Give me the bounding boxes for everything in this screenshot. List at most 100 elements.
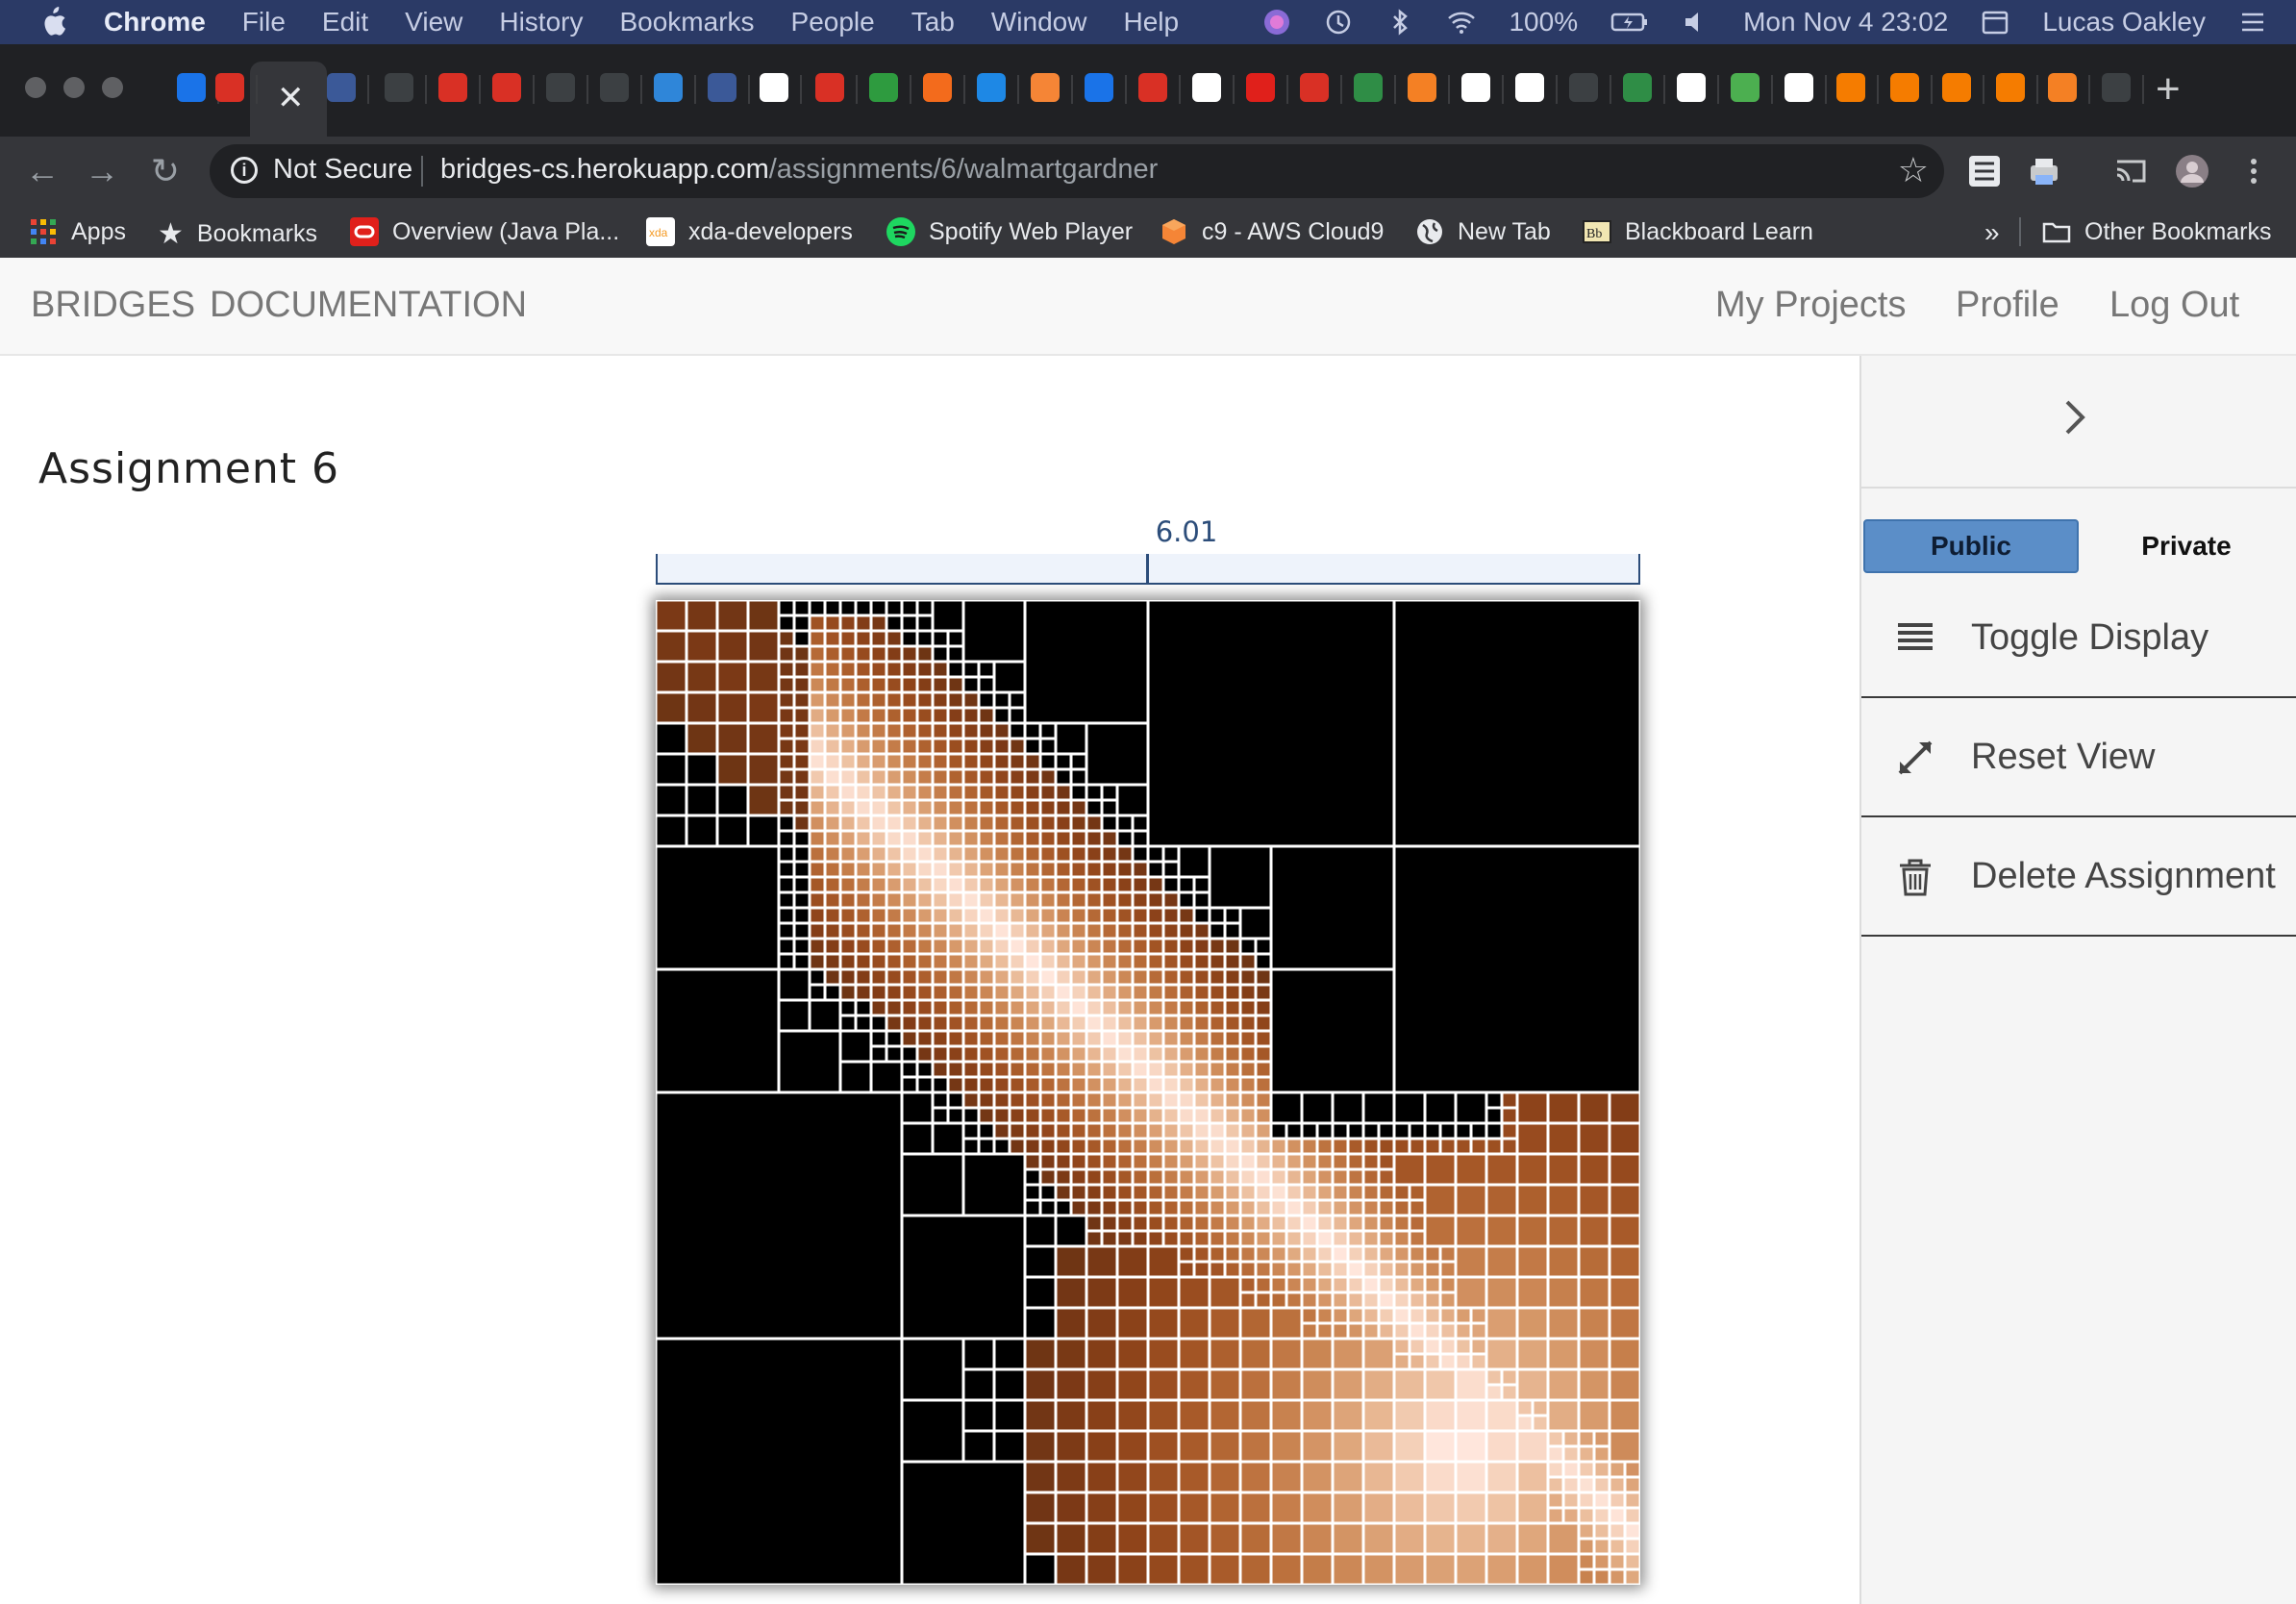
menu-edit[interactable]: Edit	[322, 7, 368, 38]
tab-favicon[interactable]	[492, 73, 521, 102]
not-secure-label[interactable]: Not Secure	[273, 154, 412, 186]
tab-favicon[interactable]	[1942, 73, 1971, 102]
tab-favicon[interactable]	[1461, 73, 1490, 102]
site-info-icon[interactable]: i	[231, 157, 258, 184]
bookmark-star-icon[interactable]: ☆	[1898, 150, 1929, 190]
back-button[interactable]: ←	[21, 150, 63, 192]
toggle-display-button[interactable]: Toggle Display	[1861, 581, 2296, 698]
calendar-menu-icon[interactable]	[1981, 8, 2009, 37]
tab-favicon[interactable]	[215, 73, 244, 102]
visualization-panel[interactable]	[656, 600, 1640, 1585]
menu-window[interactable]: Window	[991, 7, 1087, 38]
zoom-scale-bar[interactable]	[656, 554, 1640, 585]
tab-favicon[interactable]	[1569, 73, 1598, 102]
chevron-right-icon[interactable]	[2056, 398, 2094, 437]
tab-favicon[interactable]	[438, 73, 467, 102]
binary-extension-icon[interactable]	[1967, 154, 2002, 188]
other-bookmarks-folder[interactable]: Other Bookmarks	[2042, 217, 2272, 246]
window-zoom-button[interactable]	[102, 77, 123, 98]
tab-favicon[interactable]	[1996, 73, 2025, 102]
documentation-link[interactable]: DOCUMENTATION	[210, 285, 527, 326]
tab-active[interactable]: ✕	[250, 62, 327, 137]
menu-bookmarks[interactable]: Bookmarks	[619, 7, 754, 38]
menu-view[interactable]: View	[405, 7, 462, 38]
tab-favicon[interactable]	[815, 73, 844, 102]
bookmark-cloud9[interactable]: c9 - AWS Cloud9	[1160, 217, 1384, 246]
tab-favicon[interactable]	[1784, 73, 1813, 102]
menu-file[interactable]: File	[242, 7, 286, 38]
window-close-button[interactable]	[25, 77, 46, 98]
tab-favicon[interactable]	[1731, 73, 1759, 102]
tab-favicon[interactable]	[923, 73, 952, 102]
delete-assignment-button[interactable]: Delete Assignment	[1861, 819, 2296, 937]
clock[interactable]: Mon Nov 4 23:02	[1743, 7, 1948, 38]
profile-link[interactable]: Profile	[1956, 285, 2059, 326]
tab-favicon[interactable]	[1408, 73, 1436, 102]
tab-favicon[interactable]	[1623, 73, 1652, 102]
menu-history[interactable]: History	[499, 7, 583, 38]
siri-icon[interactable]	[1262, 8, 1291, 37]
tab-favicon[interactable]	[1192, 73, 1221, 102]
chrome-menu-icon[interactable]	[2236, 154, 2271, 188]
private-button[interactable]: Private	[2079, 519, 2294, 573]
tab-favicon[interactable]	[708, 73, 736, 102]
tab-favicon[interactable]	[2048, 73, 2077, 102]
address-bar[interactable]: i Not Secure bridges-cs.herokuapp.com/as…	[210, 144, 1944, 198]
tab-favicon[interactable]	[327, 73, 356, 102]
menu-tab[interactable]: Tab	[911, 7, 955, 38]
tab-favicon[interactable]	[1836, 73, 1865, 102]
brand-link[interactable]: BRIDGES	[31, 285, 195, 326]
battery-charging-icon[interactable]	[1610, 8, 1649, 37]
app-name-menu[interactable]: Chrome	[104, 7, 206, 38]
reset-view-button[interactable]: Reset View	[1861, 700, 2296, 817]
apple-menu-icon[interactable]	[38, 6, 67, 38]
tab-favicon[interactable]	[1354, 73, 1383, 102]
tab-favicon[interactable]	[654, 73, 683, 102]
bookmark-bookmarks-folder[interactable]: ★ Bookmarks	[158, 217, 317, 251]
bookmark-blackboard[interactable]: Bb Blackboard Learn	[1583, 217, 1813, 246]
cast-icon[interactable]	[2113, 154, 2148, 188]
menu-people[interactable]: People	[791, 7, 875, 38]
url-text[interactable]: bridges-cs.herokuapp.com/assignments/6/w…	[440, 154, 1158, 186]
menu-help[interactable]: Help	[1123, 7, 1179, 38]
bookmark-spotify[interactable]: Spotify Web Player	[886, 217, 1133, 246]
window-minimize-button[interactable]	[63, 77, 85, 98]
wifi-icon[interactable]	[1447, 8, 1476, 37]
bluetooth-icon[interactable]	[1385, 8, 1414, 37]
tab-favicon[interactable]	[1300, 73, 1329, 102]
public-button[interactable]: Public	[1863, 519, 2079, 573]
tab-favicon[interactable]	[869, 73, 898, 102]
tab-favicon[interactable]	[977, 73, 1006, 102]
tab-favicon[interactable]	[1085, 73, 1113, 102]
tab-close-icon[interactable]: ✕	[277, 79, 305, 117]
tab-favicon[interactable]	[760, 73, 788, 102]
tab-favicon[interactable]	[385, 73, 413, 102]
bookmark-apps[interactable]: Apps	[29, 217, 126, 246]
user-name[interactable]: Lucas Oakley	[2042, 7, 2206, 38]
tab-favicon[interactable]	[1515, 73, 1544, 102]
tab-favicon[interactable]	[546, 73, 575, 102]
tab-favicon[interactable]	[1890, 73, 1919, 102]
bookmark-new-tab[interactable]: New Tab	[1415, 217, 1551, 246]
tab-favicon[interactable]	[2102, 73, 2131, 102]
logout-link[interactable]: Log Out	[2109, 285, 2239, 326]
bookmark-xda[interactable]: xda xda-developers	[646, 217, 853, 246]
printer-extension-icon[interactable]	[2027, 154, 2061, 188]
forward-button[interactable]: →	[81, 150, 123, 192]
tab-favicon[interactable]	[177, 73, 206, 102]
tab-favicon[interactable]	[600, 73, 629, 102]
bookmarks-overflow-button[interactable]: »	[1984, 217, 2000, 248]
new-tab-button[interactable]: +	[2156, 65, 2181, 113]
quadtree-image-visualization[interactable]	[656, 600, 1640, 1585]
profile-avatar[interactable]	[2175, 154, 2209, 188]
my-projects-link[interactable]: My Projects	[1715, 285, 1906, 326]
tab-favicon[interactable]	[1031, 73, 1060, 102]
notification-center-icon[interactable]	[2238, 8, 2267, 37]
tab-favicon[interactable]	[1138, 73, 1167, 102]
reload-button[interactable]: ↻	[144, 150, 187, 192]
time-machine-icon[interactable]	[1324, 8, 1353, 37]
tab-favicon[interactable]	[1677, 73, 1706, 102]
tab-favicon[interactable]	[1246, 73, 1275, 102]
bookmark-java-overview[interactable]: Overview (Java Pla...	[350, 217, 619, 246]
volume-icon[interactable]	[1682, 8, 1710, 37]
